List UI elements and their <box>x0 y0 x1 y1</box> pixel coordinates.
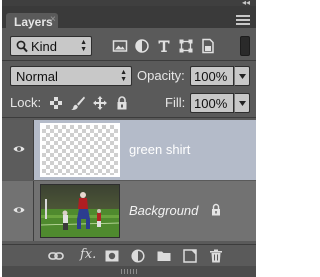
eye-icon <box>13 207 25 213</box>
tab-layers[interactable]: Layers × <box>6 13 58 30</box>
trash-icon[interactable] <box>208 248 224 264</box>
eye-icon <box>13 146 25 152</box>
search-icon <box>16 40 28 53</box>
chevron-down-icon <box>239 74 246 79</box>
layer-name[interactable]: green shirt <box>129 142 190 157</box>
layers-list: green shirt Background <box>2 118 256 244</box>
shape-filter-icon[interactable] <box>178 38 194 54</box>
link-icon[interactable] <box>48 248 64 264</box>
panel-tab-bar: Layers × <box>2 6 256 30</box>
smart-object-filter-icon[interactable] <box>200 38 216 54</box>
visibility-toggle[interactable] <box>2 120 34 180</box>
divider <box>2 60 256 61</box>
lock-icon[interactable] <box>114 95 130 111</box>
fill-field[interactable]: 100% <box>190 93 234 113</box>
fill-value: 100% <box>194 96 228 111</box>
layer-row-background[interactable]: Background <box>2 181 256 241</box>
filter-kind-label: Kind <box>31 39 58 54</box>
chevron-updown-icon: ▲ ▼ <box>120 69 127 83</box>
blend-row: Normal ▲ ▼ Opacity: 100% <box>10 66 250 86</box>
adjustment-filter-icon[interactable] <box>134 38 150 54</box>
blend-mode-select[interactable]: Normal ▲ ▼ <box>10 66 132 86</box>
panel-resize-handle[interactable] <box>2 266 256 277</box>
layer-filter-row: Kind ▲ ▼ <box>10 36 250 56</box>
tab-layers-label: Layers <box>14 15 53 29</box>
lock-icon <box>212 203 220 216</box>
new-layer-icon[interactable] <box>182 248 198 264</box>
filter-toggle-switch[interactable] <box>240 36 250 56</box>
filter-kind-select[interactable]: Kind ▲ ▼ <box>10 36 92 56</box>
lock-transparent-pixels-icon[interactable] <box>48 95 64 111</box>
chevron-updown-icon: ▲ ▼ <box>80 39 87 53</box>
lock-label: Lock: <box>10 95 42 110</box>
fill-dropdown-button[interactable] <box>234 93 250 113</box>
opacity-field[interactable]: 100% <box>190 66 234 86</box>
layer-thumbnail-transparent <box>40 123 120 177</box>
grip-icon <box>121 269 139 274</box>
folder-icon[interactable] <box>156 248 172 264</box>
panel-menu-icon[interactable] <box>236 15 250 25</box>
move-icon[interactable] <box>92 95 108 111</box>
layer-thumbnail-photo <box>40 184 120 238</box>
visibility-toggle[interactable] <box>2 181 34 241</box>
fill-label: Fill: <box>165 95 186 110</box>
opacity-label: Opacity: <box>137 68 185 83</box>
lock-row: Lock: Fill: 100% <box>10 93 250 113</box>
image-filter-icon[interactable] <box>112 38 128 54</box>
adjustment-layer-icon[interactable] <box>130 248 146 264</box>
blend-mode-label: Normal <box>16 69 58 84</box>
type-filter-icon[interactable] <box>156 38 172 54</box>
layer-style-fx-button[interactable]: fx. <box>80 247 96 262</box>
chevron-down-icon <box>239 101 246 106</box>
layer-name[interactable]: Background <box>129 203 198 218</box>
opacity-dropdown-button[interactable] <box>234 66 250 86</box>
layer-row-green-shirt[interactable]: green shirt <box>2 120 256 183</box>
opacity-value: 100% <box>194 69 228 84</box>
layers-bottom-bar: fx. <box>2 244 256 266</box>
brush-icon[interactable] <box>70 95 86 111</box>
tab-close-icon[interactable]: × <box>50 14 56 25</box>
add-mask-icon[interactable] <box>104 248 120 264</box>
layers-panel: ◂◂ Layers × Kind ▲ ▼ Normal ▲ ▼ Opacity:… <box>2 0 256 277</box>
